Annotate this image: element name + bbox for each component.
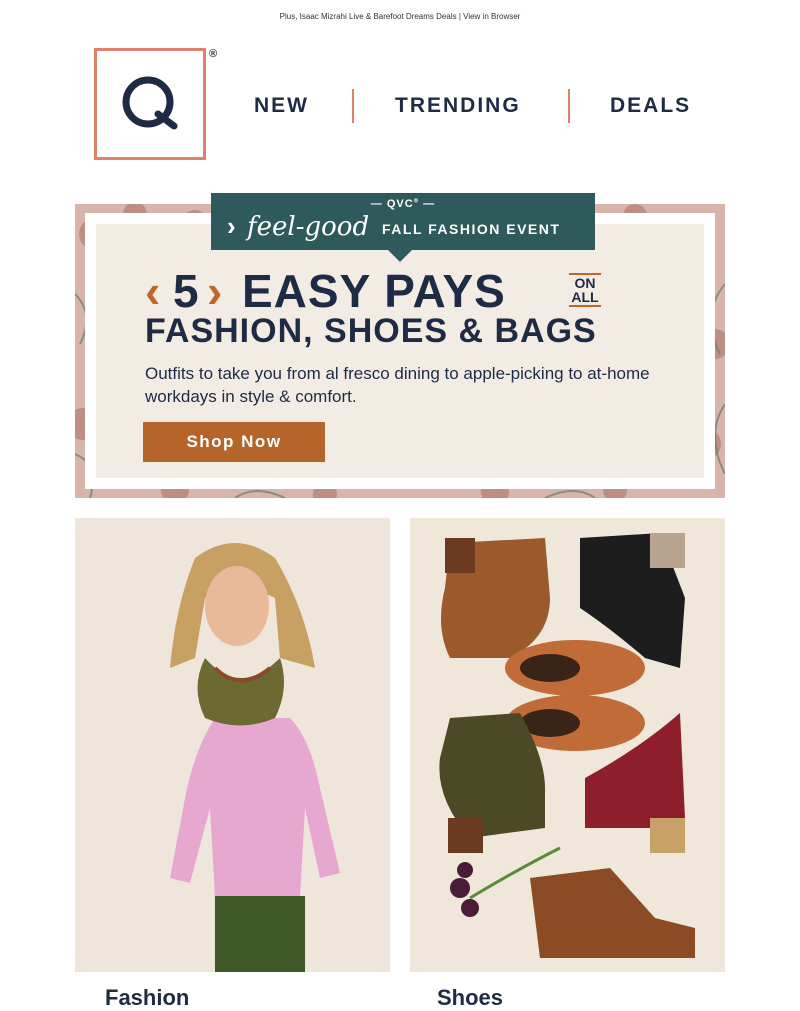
easy-pays-text: EASY PAYS bbox=[242, 265, 506, 317]
nav-divider bbox=[568, 89, 570, 123]
registered-mark: ® bbox=[209, 48, 218, 60]
fashion-tile-image[interactable] bbox=[75, 518, 390, 972]
event-tab-notch bbox=[388, 250, 412, 262]
event-brand-mark: ® bbox=[413, 198, 420, 205]
shop-now-button[interactable]: Shop Now bbox=[143, 422, 325, 462]
main-nav: NEW TRENDING DEALS bbox=[240, 88, 720, 124]
chevron-right-icon: › bbox=[227, 211, 236, 241]
logo-q-icon bbox=[97, 51, 203, 157]
shoes-tile-image[interactable] bbox=[410, 518, 725, 972]
all-text: ALL bbox=[571, 289, 599, 305]
on-all-rule bbox=[569, 305, 601, 307]
event-tab: — QVC® — › feel-good FALL FASHION EVENT bbox=[211, 193, 595, 250]
easy-pays-number: 5 bbox=[173, 265, 199, 317]
event-brand: — QVC® — bbox=[370, 198, 436, 210]
nav-new[interactable]: NEW bbox=[254, 88, 309, 124]
view-in-browser-link[interactable]: View in Browser bbox=[463, 12, 520, 21]
preheader-text: Plus, Isaac Mizrahi Live & Barefoot Drea… bbox=[279, 12, 457, 21]
bracket-open-icon: ‹ bbox=[145, 265, 161, 317]
hero-subhead: FASHION, SHOES & BAGS bbox=[145, 312, 597, 350]
hero-copy: Outfits to take you from al fresco dinin… bbox=[145, 364, 650, 406]
event-name: FALL FASHION EVENT bbox=[382, 221, 561, 237]
qvc-logo[interactable] bbox=[94, 48, 206, 160]
feel-good-text: feel-good bbox=[247, 212, 370, 242]
nav-divider bbox=[352, 89, 354, 123]
on-all-badge: ON ALL bbox=[569, 272, 601, 308]
nav-trending[interactable]: TRENDING bbox=[395, 88, 521, 124]
bracket-close-icon: › bbox=[207, 265, 223, 317]
preheader: Plus, Isaac Mizrahi Live & Barefoot Drea… bbox=[0, 12, 800, 21]
event-brand-text: QVC bbox=[386, 198, 414, 210]
woman-pink-top-image bbox=[75, 518, 390, 972]
nav-deals[interactable]: DEALS bbox=[610, 88, 691, 124]
fall-boots-image bbox=[410, 518, 725, 972]
fashion-tile-label[interactable]: Fashion bbox=[105, 985, 189, 1011]
shoes-tile-label[interactable]: Shoes bbox=[437, 985, 503, 1011]
